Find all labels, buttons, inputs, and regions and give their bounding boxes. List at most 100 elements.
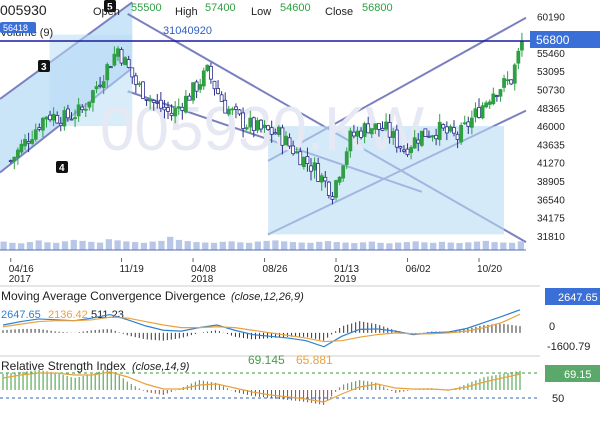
candle-body [448,126,453,132]
price-y-tick: 50730 [537,85,565,96]
rsi-histogram [2,368,521,405]
price-y-tick: 55460 [537,49,565,60]
candle-body [234,106,238,110]
price-y-tick: 48365 [537,104,565,115]
volume-bar [254,241,261,250]
macd-tick-neg: -1600.79 [547,341,590,353]
candle-body [94,86,99,90]
candle-body [80,106,85,111]
volume-bar [237,242,244,250]
candle-body [326,181,331,196]
volume-bar [26,242,34,250]
candle-body [341,165,346,179]
volume-bar [0,241,7,250]
candle-body [255,120,260,131]
candle-body [173,107,178,117]
volume-bar [193,242,200,250]
volume-bar [105,239,112,250]
candle-body [162,106,167,111]
candle-body [108,66,113,69]
candle-body [505,79,510,82]
volume-bar [114,240,121,250]
candle-body [398,146,403,149]
candle-body [112,53,117,66]
candle-body [266,125,271,131]
candle-body [51,113,56,121]
candle-body [434,134,439,140]
volume-bar [491,242,498,250]
candle-body [491,93,496,105]
candle-body [169,112,174,116]
close-label: Close [325,6,353,18]
high-value: 57400 [205,2,236,14]
candle-body [473,108,478,118]
macd-histogram [2,321,521,341]
x-tick-label: 10/20 [477,264,502,275]
candle-body [141,81,145,99]
volume-bar [351,243,358,250]
volume-bar [9,242,16,250]
volume-badge-text: 56418 [3,23,28,33]
price-y-tick: 41270 [537,159,565,170]
candle-body [352,131,356,137]
candle-body [477,107,481,118]
candle-body [316,163,321,182]
candle-body [359,130,363,138]
candle-body [348,130,353,152]
candle-body [305,156,310,164]
x-year-label: 2019 [334,274,357,285]
candle-body [201,70,206,87]
wave-marker-label: 4 [59,163,65,174]
volume-bar [61,241,69,250]
candle-body [423,128,428,137]
candle-body [276,126,281,136]
volume-bar [438,241,446,250]
candle-body [405,148,410,156]
candle-body [66,108,70,119]
candle-body [209,65,213,80]
candle-body [337,176,342,183]
volume-bar [412,241,419,250]
candle-body [15,149,20,159]
candle-body [298,151,303,166]
price-y-tick: 31810 [537,232,565,243]
candle-body [452,127,456,134]
x-year-label: 2018 [191,274,214,285]
candle-body [412,137,417,149]
candle-body [287,137,292,147]
candle-body [91,90,95,103]
candle-body [40,117,45,131]
candle-body [387,122,392,138]
candle-body [73,117,77,119]
candle-body [212,80,217,90]
volume-bar [132,242,139,250]
volume-bar [342,242,349,250]
macd-badge-value: 2647.65 [558,292,598,304]
candle-body [480,105,485,119]
volume-bar [184,241,191,250]
candle-body [176,106,181,109]
symbol-label: 005930 [0,2,47,18]
volume-bar [289,242,297,250]
price-y-tick: 38905 [537,177,565,188]
candle-body [48,114,52,121]
candle-body [58,122,63,126]
rsi-tick-50: 50 [552,393,564,405]
volume-bar [219,241,226,250]
candle-body [430,135,435,138]
candle-body [23,138,27,147]
volume-bar [210,242,218,250]
price-y-tick: 43635 [537,140,565,151]
candle-body [462,122,467,125]
candle-body [294,151,299,154]
volume-bar [395,242,402,250]
volume-bar [482,240,489,250]
candle-body [437,121,442,141]
volume-bar [359,242,367,250]
candle-body [394,129,399,148]
last-price-value: 56800 [536,33,570,47]
candle-body [369,128,374,135]
candle-body [330,196,335,200]
candle-body [498,89,503,97]
candle-body [516,50,521,64]
